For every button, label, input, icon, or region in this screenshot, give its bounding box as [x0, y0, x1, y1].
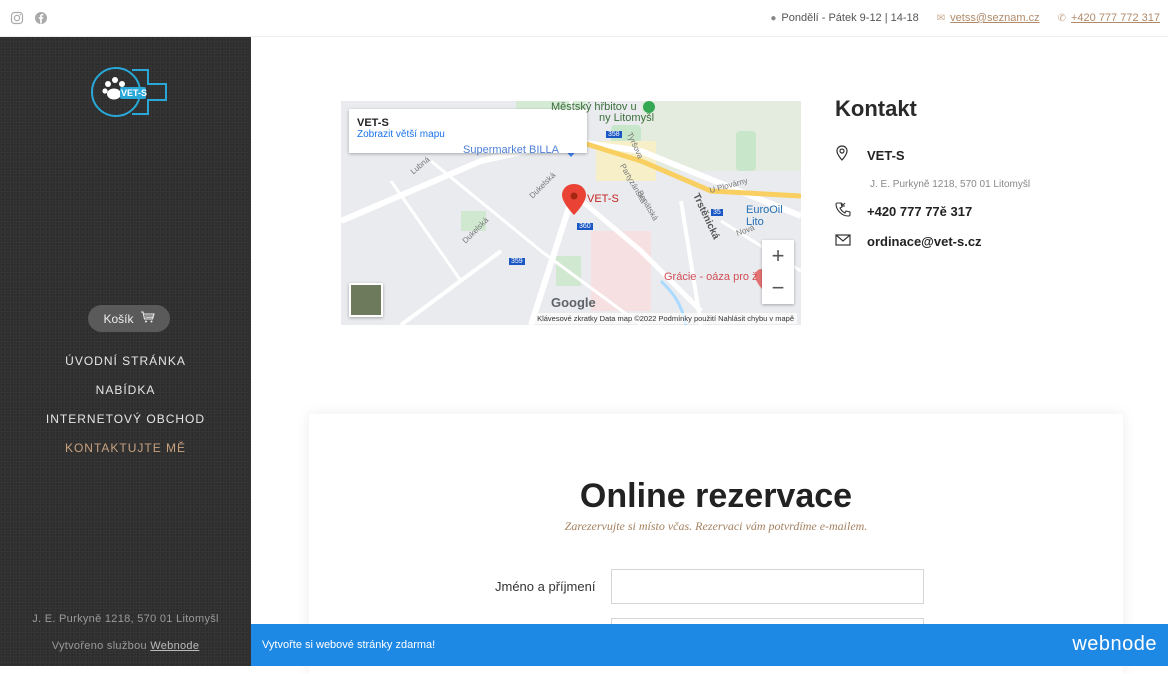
sidebar-credit: Vytvořeno službou Webnode	[0, 640, 251, 652]
road-badge-359: 359	[509, 258, 525, 265]
logo-text: VET-S	[121, 88, 148, 98]
location-pin-icon	[835, 145, 867, 165]
contact-phone[interactable]: +420 777 77ě 317	[867, 204, 972, 219]
contact-name-row: VET-S	[835, 144, 1135, 166]
webnode-banner[interactable]: Vytvořte si webové stránky zdarma! webno…	[251, 624, 1168, 666]
phone-link[interactable]: +420 777 772 317	[1071, 12, 1160, 24]
map-label-supermarket: Supermarket BILLA	[463, 144, 559, 156]
contact-title: Kontakt	[835, 96, 917, 121]
facebook-icon[interactable]	[34, 11, 48, 25]
envelope-icon	[835, 233, 867, 250]
webnode-link[interactable]: Webnode	[150, 640, 199, 652]
zoom-in-button[interactable]: +	[762, 240, 794, 272]
site-logo[interactable]: VET-S	[88, 60, 168, 120]
contact-email-row: ordinace@vet-s.cz	[835, 230, 1135, 252]
reservation-subtitle: Zarezervujte si místo včas. Rezervaci vá…	[564, 519, 868, 533]
contact-phone-row: +420 777 77ě 317	[835, 200, 1135, 222]
main-nav: ÚVODNÍ STRÁNKA NABÍDKA INTERNETOVÝ OBCHO…	[0, 354, 251, 470]
satellite-toggle[interactable]	[349, 283, 383, 317]
contact-email[interactable]: ordinace@vet-s.cz	[867, 234, 982, 249]
nav-item-offer[interactable]: NABÍDKA	[0, 383, 251, 412]
mail-icon: ✉	[936, 12, 946, 24]
name-field[interactable]	[611, 569, 924, 604]
map-card-title: VET-S	[357, 117, 389, 129]
phone-icon	[835, 201, 867, 221]
road-badge-358: 358	[606, 131, 622, 138]
map-footer[interactable]: Klávesové zkratky Data map ©2022 Podmínk…	[534, 313, 797, 324]
map-label-euro-oil: EuroOil Lito	[746, 204, 783, 228]
reservation-title: Online rezervace	[579, 477, 853, 515]
map-zoom-controls: + −	[762, 240, 794, 304]
map-label-pin: VET-S	[587, 193, 619, 205]
road-badge-360: 360	[577, 223, 593, 230]
social-links	[10, 11, 48, 25]
google-logo: Google	[551, 295, 596, 310]
map-label-cemetery2: ny Litomyšl	[599, 112, 655, 124]
nav-item-home[interactable]: ÚVODNÍ STRÁNKA	[0, 354, 251, 383]
google-map[interactable]: VET-S Zobrazit větší mapu Městský hřbito…	[341, 101, 801, 325]
nav-item-contact[interactable]: KONTAKTUJTE MĚ	[0, 441, 251, 470]
phone-icon: ✆	[1057, 12, 1066, 24]
contact-info-bar: ● Pondělí - Pátek 9-12 | 14-18 ✉ vetss@s…	[770, 12, 1160, 24]
contact-address: J. E. Purkyně 1218, 570 01 Litomyšl	[870, 179, 1031, 190]
clock-icon: ●	[770, 12, 777, 24]
zoom-out-button[interactable]: −	[762, 272, 794, 304]
email-link[interactable]: vetss@seznam.cz	[950, 12, 1039, 24]
opening-hours: Pondělí - Pátek 9-12 | 14-18	[781, 12, 919, 24]
sidebar: VET-S Košík ÚVODNÍ STRÁNKA NABÍDKA INTER…	[0, 37, 251, 666]
nav-item-shop[interactable]: INTERNETOVÝ OBCHOD	[0, 412, 251, 441]
banner-text[interactable]: Vytvořte si webové stránky zdarma!	[262, 639, 435, 651]
top-bar: ● Pondělí - Pátek 9-12 | 14-18 ✉ vetss@s…	[0, 0, 1168, 37]
webnode-logo[interactable]: webnode	[1072, 633, 1157, 656]
road-badge-35: 35	[711, 209, 723, 216]
map-label-gracie: Grácie - oáza pro ž	[664, 271, 758, 283]
larger-map-link[interactable]: Zobrazit větší mapu	[357, 129, 587, 140]
credit-text: Vytvořeno službou	[51, 640, 147, 652]
name-field-label: Jméno a příjmení	[495, 579, 596, 594]
cart-icon	[140, 311, 155, 326]
cart-label: Košík	[103, 311, 134, 326]
cart-button[interactable]: Košík	[88, 305, 170, 332]
contact-section: Kontakt VET-S J. E. Purkyně 1218, 570 01…	[835, 96, 1135, 252]
contact-name: VET-S	[867, 147, 905, 163]
instagram-icon[interactable]	[10, 11, 24, 25]
sidebar-address: J. E. Purkyně 1218, 570 01 Litomyšl	[32, 613, 219, 625]
